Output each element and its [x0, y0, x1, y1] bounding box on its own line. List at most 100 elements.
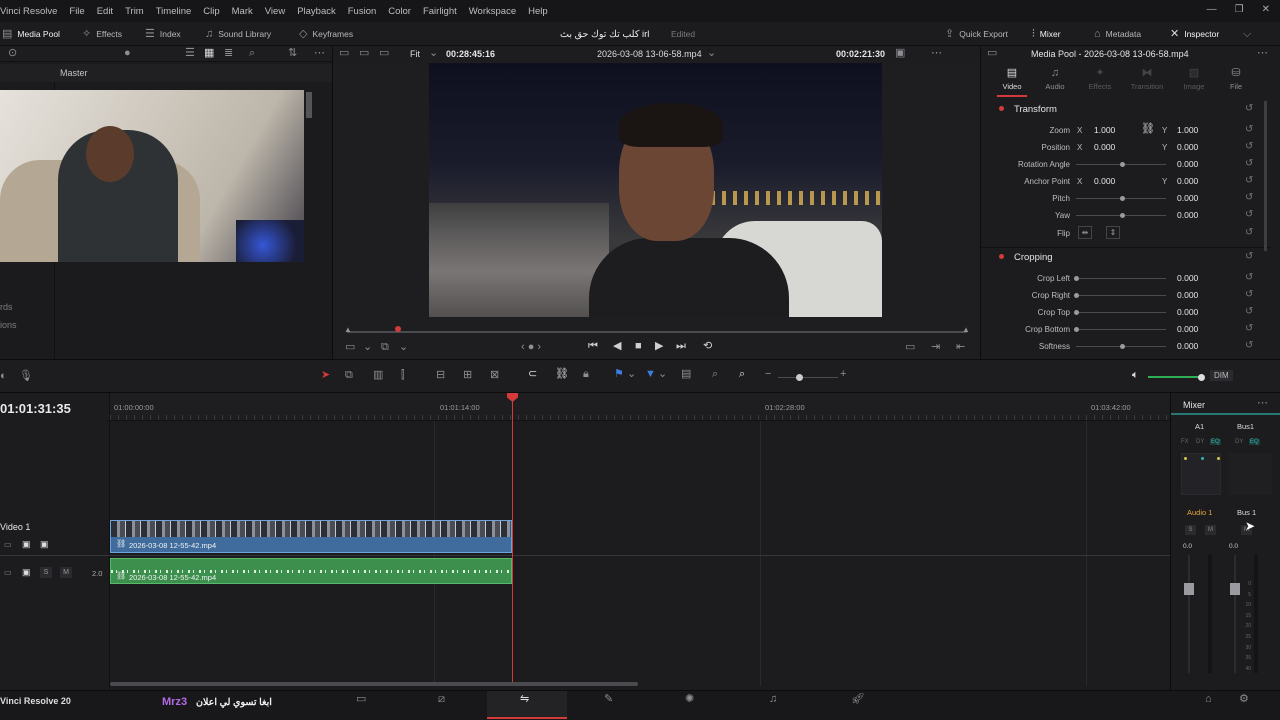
- more-options-icon[interactable]: ⋯: [314, 48, 325, 59]
- blade-tool-icon[interactable]: ⫿: [401, 370, 405, 381]
- reset-icon[interactable]: ↺: [1245, 340, 1253, 351]
- channel-solo-button[interactable]: S: [1185, 525, 1196, 535]
- menu-playback[interactable]: Playback: [291, 6, 342, 17]
- chevron-down-icon[interactable]: ⌄: [399, 342, 408, 353]
- menu-workspace[interactable]: Workspace: [463, 6, 522, 17]
- enabled-dot-icon[interactable]: [999, 106, 1004, 111]
- scrubber-playhead[interactable]: [394, 326, 401, 332]
- video-clip[interactable]: ⛓ 2026-03-08 12-55-42.mp4: [110, 520, 512, 553]
- menu-app[interactable]: Vinci Resolve: [0, 6, 63, 17]
- position-x-field[interactable]: 0.000: [1094, 142, 1115, 152]
- tab-transition[interactable]: ⧓ Transition: [1127, 68, 1167, 92]
- flag-icon[interactable]: ⚑: [614, 369, 624, 380]
- track-visibility-icon[interactable]: ▣: [22, 568, 31, 577]
- fusion-page-icon[interactable]: ✎: [604, 694, 613, 705]
- master-volume-slider[interactable]: [1148, 376, 1202, 378]
- timeline-ruler[interactable]: 01:00:00:00 01:01:14:00 01:02:28:00 01:0…: [110, 393, 1170, 421]
- bin-name[interactable]: Master: [60, 68, 88, 78]
- replace-clip-icon[interactable]: ⊠: [490, 370, 499, 381]
- transform-section-header[interactable]: Transform ↺: [981, 101, 1271, 117]
- viewer-layout3-icon[interactable]: ▭: [379, 48, 389, 59]
- crop-right-knob[interactable]: [1074, 293, 1079, 298]
- pitch-field[interactable]: 0.000: [1177, 193, 1198, 203]
- color-page-icon[interactable]: ✺: [685, 694, 694, 705]
- inspector-scrollbar[interactable]: [1264, 101, 1267, 251]
- more-options-icon[interactable]: ⋯: [931, 48, 942, 59]
- menu-fusion[interactable]: Fusion: [342, 6, 383, 17]
- reset-icon[interactable]: ↺: [1245, 175, 1253, 186]
- master-volume-knob[interactable]: [1198, 374, 1205, 381]
- metadata-button[interactable]: ⌂ Metadata: [1094, 22, 1141, 46]
- timeline-scrollbar[interactable]: [110, 682, 638, 686]
- zoom-x-field[interactable]: 1.000: [1094, 125, 1115, 135]
- menu-trim[interactable]: Trim: [119, 6, 150, 17]
- snapping-icon[interactable]: ⊂: [528, 369, 537, 380]
- restore-icon[interactable]: ❐: [1235, 4, 1244, 15]
- channel-mute-button[interactable]: M: [1205, 525, 1216, 535]
- timeline-zoom-knob[interactable]: [796, 374, 803, 381]
- channel-fader-track[interactable]: [1188, 555, 1190, 673]
- volume-icon[interactable]: 🔈︎: [1132, 370, 1139, 381]
- crop-top-knob[interactable]: [1074, 310, 1079, 315]
- in-point-icon[interactable]: ▲: [344, 326, 352, 334]
- chevron-down-icon[interactable]: ⌄: [627, 369, 636, 380]
- mute-button[interactable]: M: [60, 567, 72, 578]
- crop-bottom-knob[interactable]: [1074, 327, 1079, 332]
- chevron-down-icon[interactable]: ⌄: [363, 342, 372, 353]
- mixer-button[interactable]: ⫶ Mixer: [1032, 22, 1061, 46]
- zoom-full-icon[interactable]: ▤: [681, 369, 691, 380]
- track-visibility-icon[interactable]: ▣: [22, 540, 31, 549]
- softness-knob[interactable]: [1120, 344, 1125, 349]
- out-point-icon[interactable]: ▲: [962, 326, 970, 334]
- track-lock-icon[interactable]: ▭: [4, 569, 12, 577]
- reset-icon[interactable]: ↺: [1245, 289, 1253, 300]
- flip-horizontal-icon[interactable]: ⇹: [1078, 226, 1092, 239]
- viewer-layout-icon[interactable]: ▭: [339, 48, 349, 59]
- enabled-dot-icon[interactable]: [999, 254, 1004, 259]
- close-icon[interactable]: ✕: [1262, 4, 1270, 15]
- menu-clip[interactable]: Clip: [197, 6, 225, 17]
- bus-fader-track[interactable]: [1234, 555, 1236, 673]
- media-pool-button[interactable]: ▤ Media Pool: [2, 22, 60, 46]
- menu-file[interactable]: File: [63, 6, 90, 17]
- reset-icon[interactable]: ↺: [1245, 227, 1253, 238]
- crop-bottom-field[interactable]: 0.000: [1177, 324, 1198, 334]
- crop-left-knob[interactable]: [1074, 276, 1079, 281]
- track-monitor-icon[interactable]: ▣: [40, 540, 49, 549]
- dim-button[interactable]: DIM: [1210, 370, 1233, 381]
- menu-fairlight[interactable]: Fairlight: [417, 6, 463, 17]
- zoom-detail-icon[interactable]: ⌕: [712, 369, 718, 380]
- timeline-zoom-slider[interactable]: [778, 377, 838, 378]
- crop-bottom-slider[interactable]: [1076, 329, 1166, 330]
- sound-library-button[interactable]: ♫ Sound Library: [205, 22, 271, 46]
- video-track-name[interactable]: Video 1: [0, 522, 30, 532]
- solo-button[interactable]: S: [40, 567, 52, 578]
- list-view-icon[interactable]: ☰: [185, 48, 195, 59]
- tab-video[interactable]: ▤ Video: [999, 68, 1025, 92]
- loop-icon[interactable]: ⟲: [703, 341, 712, 352]
- fairlight-page-icon[interactable]: ♫: [769, 694, 777, 705]
- crop-right-field[interactable]: 0.000: [1177, 290, 1198, 300]
- search-icon[interactable]: ⌕: [249, 48, 255, 59]
- zoom-custom-icon[interactable]: ⌕: [739, 369, 745, 380]
- yaw-slider-knob[interactable]: [1120, 213, 1125, 218]
- jog-control-icon[interactable]: ‹ ● ›: [521, 342, 541, 353]
- tab-file[interactable]: ⛁ File: [1223, 68, 1249, 92]
- audio-clip[interactable]: ⛓ 2026-03-08 12-55-42.mp4: [110, 558, 512, 584]
- marker-icon[interactable]: ▼: [645, 369, 656, 380]
- quick-export-button[interactable]: ⇪ Quick Export: [945, 22, 1008, 46]
- slider-dot-icon[interactable]: ●: [124, 48, 131, 59]
- menu-help[interactable]: Help: [522, 6, 554, 17]
- position-y-field[interactable]: 0.000: [1177, 142, 1198, 152]
- trim-tool-icon[interactable]: ⧉: [345, 370, 353, 381]
- reset-icon[interactable]: ↺: [1245, 124, 1253, 135]
- reset-icon[interactable]: ↺: [1245, 306, 1253, 317]
- grid-view-icon[interactable]: ▦: [204, 48, 214, 59]
- menu-view[interactable]: View: [259, 6, 291, 17]
- clip-view-icon[interactable]: ▭: [345, 342, 355, 353]
- crop-right-slider[interactable]: [1076, 295, 1166, 296]
- overwrite-clip-icon[interactable]: ⊞: [463, 370, 472, 381]
- anchor-y-field[interactable]: 0.000: [1177, 176, 1198, 186]
- chevron-down-icon[interactable]: ⌄: [658, 369, 667, 380]
- anchor-x-field[interactable]: 0.000: [1094, 176, 1115, 186]
